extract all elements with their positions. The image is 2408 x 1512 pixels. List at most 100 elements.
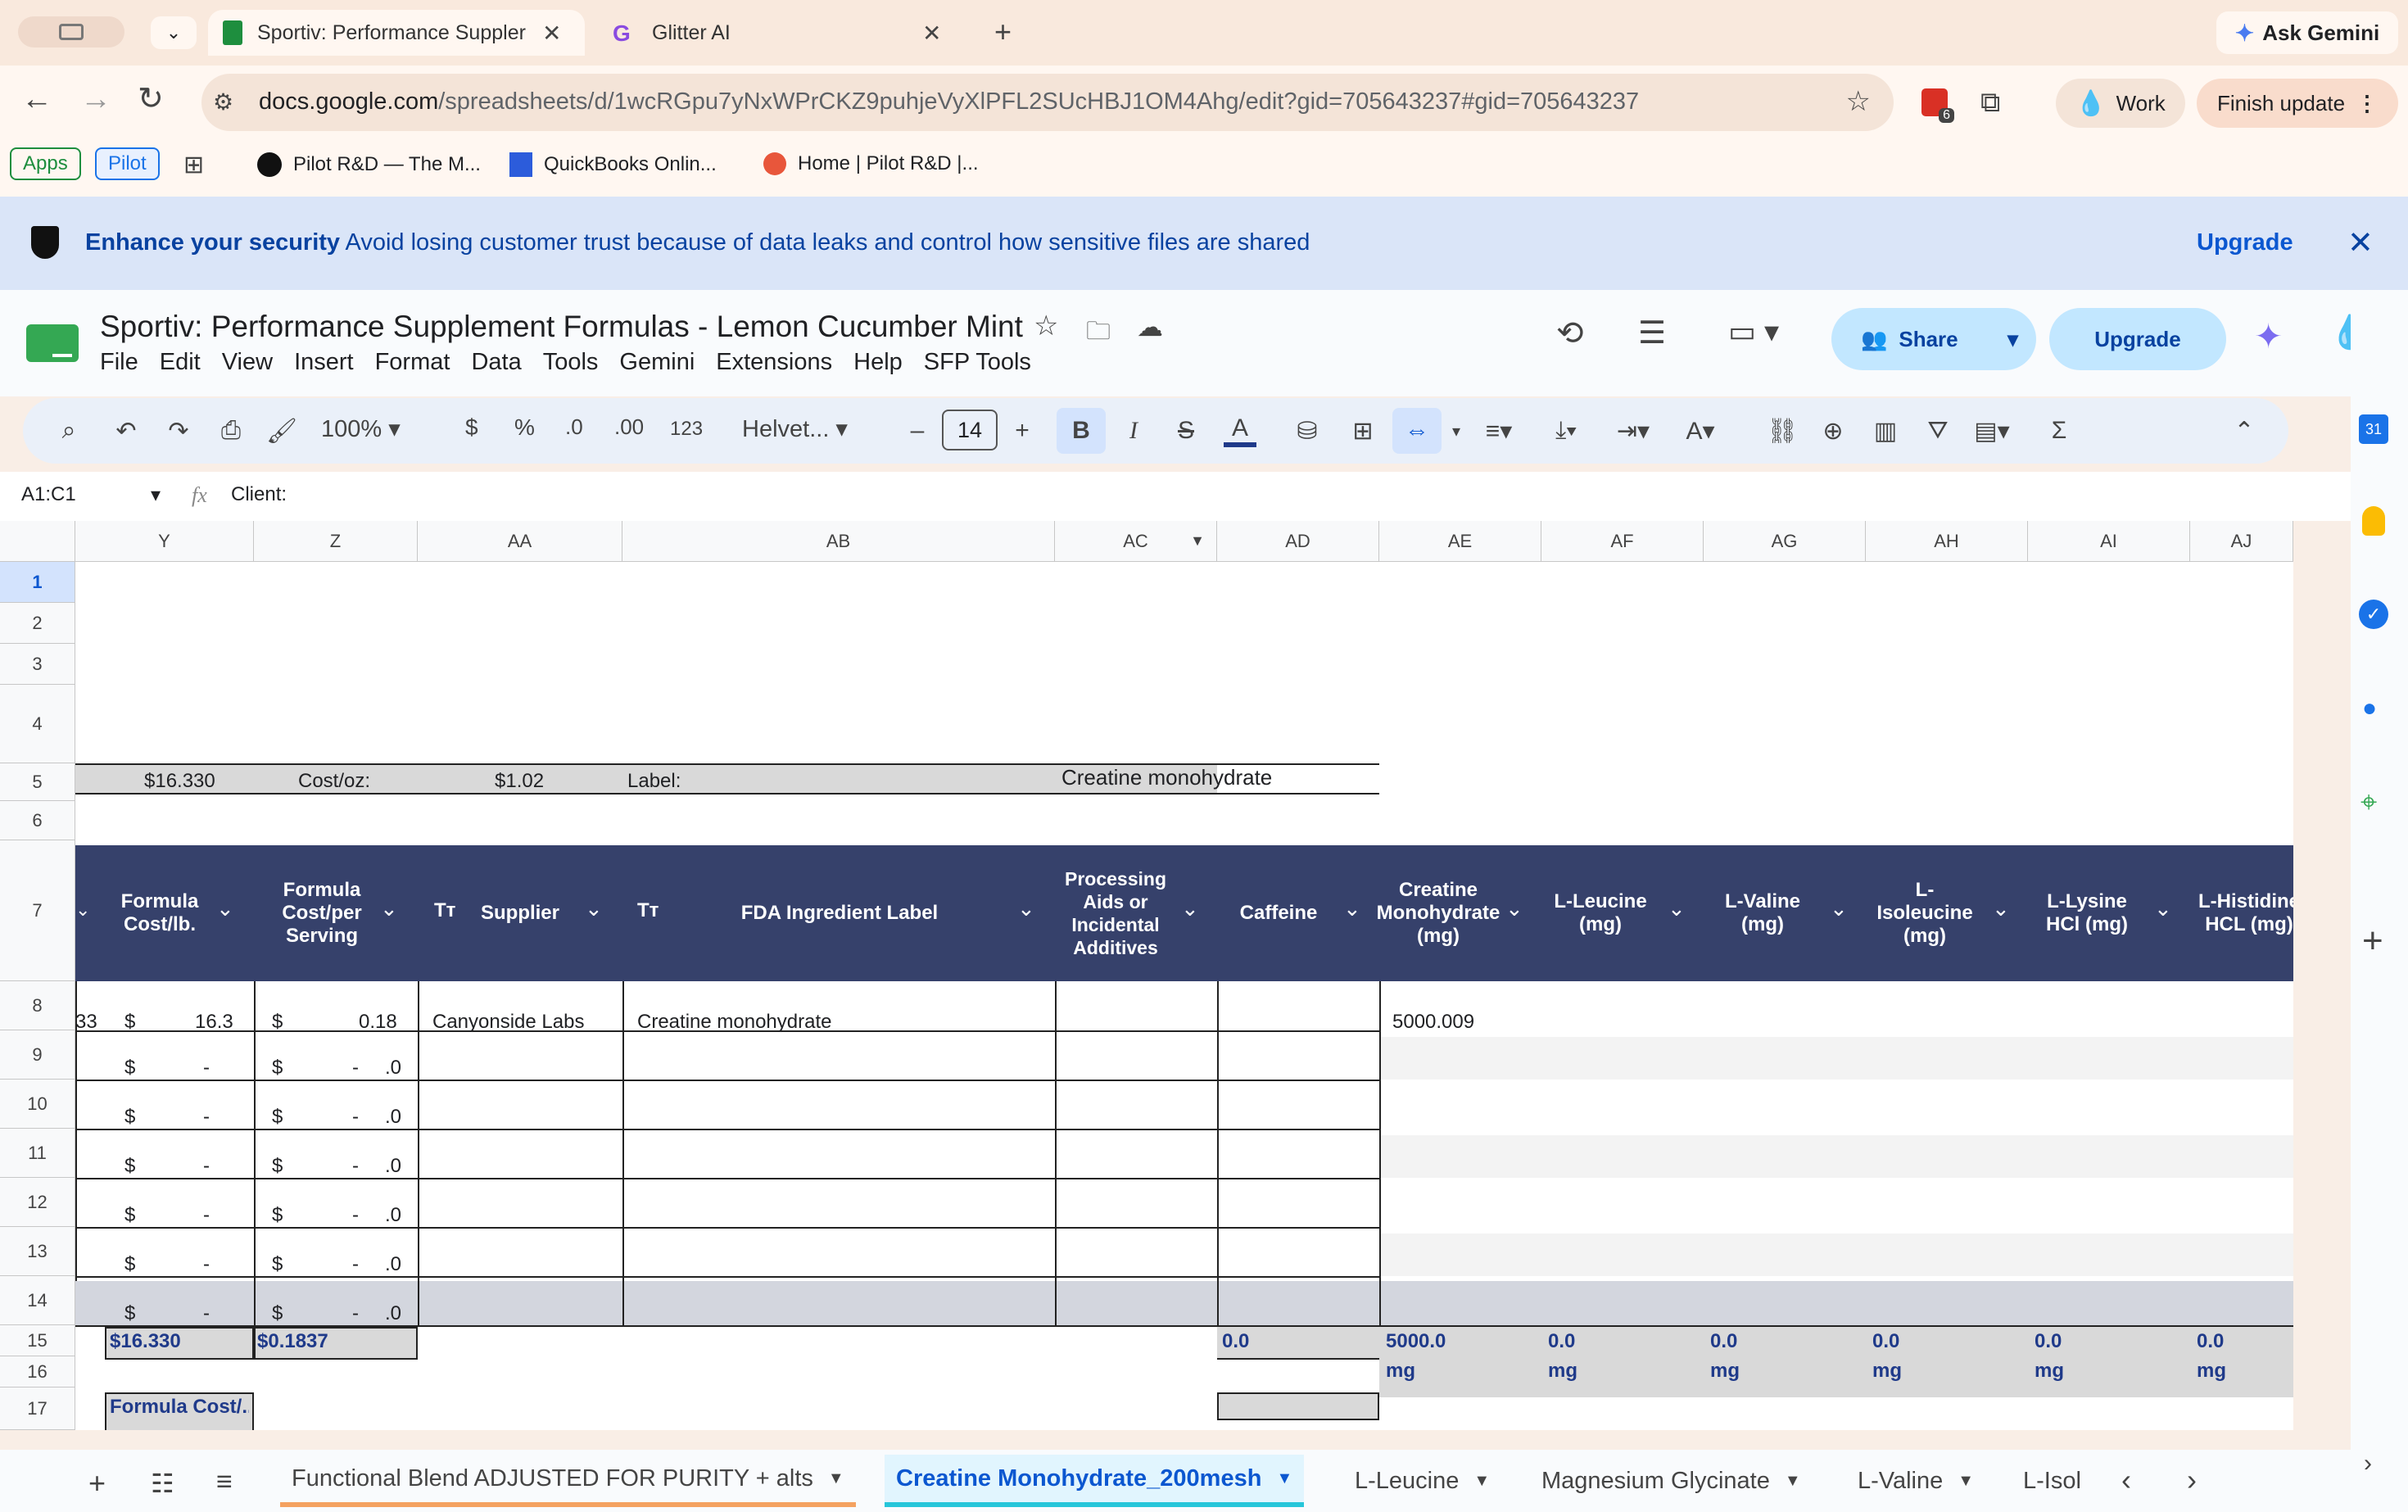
filter-icon[interactable]: ⛛ — [1921, 414, 1954, 447]
menu-help[interactable]: Help — [853, 349, 903, 376]
cell-ab8[interactable]: Creatine monohydrate — [637, 1011, 831, 1034]
tab-list-button[interactable]: ⌄ — [151, 16, 197, 49]
cloud-status-icon[interactable]: ☁ — [1137, 311, 1163, 342]
undo-icon[interactable]: ↶ — [110, 414, 143, 447]
row-header[interactable]: 2 — [0, 603, 75, 644]
row-header[interactable]: 3 — [0, 644, 75, 685]
chevron-down-icon[interactable]: ⌄ — [380, 896, 398, 921]
menu-data[interactable]: Data — [471, 349, 521, 376]
menu-file[interactable]: File — [100, 349, 138, 376]
cell-empty-z[interactable]: - — [352, 1155, 359, 1178]
header-l-leucine[interactable]: L-Leucine (mg) — [1550, 845, 1651, 981]
cell-empty-y-currency[interactable]: $ — [124, 1302, 135, 1325]
cell-empty-z[interactable]: - — [352, 1204, 359, 1227]
total-l-isoleucine[interactable]: 0.0 — [1872, 1330, 1899, 1353]
total-cost-serving[interactable]: $0.1837 — [257, 1330, 328, 1353]
font-size-input[interactable]: 14 — [942, 410, 998, 450]
bookmark-pilot-rnd[interactable]: Pilot R&D — The M... — [257, 152, 481, 177]
header-formula-cost-lb[interactable]: Formula Cost/lb. — [98, 845, 221, 981]
header-processing-aids[interactable]: Processing Aids or Incidental Additives — [1065, 845, 1166, 981]
menu-format[interactable]: Format — [375, 349, 450, 376]
cell-empty-y[interactable]: - — [203, 1057, 210, 1080]
new-tab-button[interactable]: + — [994, 15, 1012, 49]
column-header[interactable]: Y — [75, 521, 254, 562]
reload-icon[interactable]: ↻ — [138, 80, 164, 117]
cell-empty-z-decimal[interactable]: .0 — [385, 1302, 401, 1325]
row-header[interactable]: 9 — [0, 1030, 75, 1080]
increase-decimal-button[interactable]: .00 — [614, 414, 644, 440]
chevron-down-icon[interactable]: ⌄ — [1668, 896, 1686, 921]
cell-empty-z-currency[interactable]: $ — [272, 1155, 283, 1178]
cell-empty-z-currency[interactable]: $ — [272, 1204, 283, 1227]
select-all-corner[interactable] — [0, 521, 75, 562]
merge-cells-button[interactable]: ⇔ — [1392, 408, 1442, 454]
cell-y17[interactable]: Formula Cost/... — [110, 1396, 249, 1419]
cell-empty-y[interactable]: - — [203, 1155, 210, 1178]
column-header[interactable]: AE — [1379, 521, 1541, 562]
contacts-icon[interactable]: ● — [2362, 695, 2387, 724]
cell-empty-y[interactable]: - — [203, 1253, 210, 1276]
finish-update-button[interactable]: Finish update ⋮ — [2197, 79, 2398, 128]
chevron-down-icon[interactable]: ▾ — [2007, 327, 2018, 352]
share-button[interactable]: 👥 Share ▾ — [1831, 308, 2036, 370]
menu-extensions[interactable]: Extensions — [716, 349, 832, 376]
column-header[interactable]: AA — [418, 521, 622, 562]
cell-empty-z-decimal[interactable]: .0 — [385, 1253, 401, 1276]
chevron-down-icon[interactable]: ▾ — [1440, 414, 1473, 447]
menu-tools[interactable]: Tools — [543, 349, 599, 376]
cell-z8-currency[interactable]: $ — [272, 1011, 283, 1034]
star-icon[interactable]: ☆ — [1034, 310, 1058, 342]
zoom-select[interactable]: 100% ▾ — [321, 414, 401, 443]
borders-icon[interactable]: ⊞ — [1347, 414, 1379, 447]
insert-link-icon[interactable]: ⛓ — [1766, 414, 1799, 447]
profile-button[interactable]: 💧 Work — [2056, 79, 2185, 128]
chevron-down-icon[interactable]: ▼ — [1785, 1472, 1801, 1491]
sheet-tab-l-valine[interactable]: L-Valine ▼ — [1846, 1455, 1985, 1507]
cell-x8-partial[interactable]: 33 — [75, 1011, 97, 1034]
close-icon[interactable]: ✕ — [542, 20, 561, 47]
column-header[interactable]: AJ — [2190, 521, 2293, 562]
cell-empty-z[interactable]: - — [352, 1302, 359, 1325]
row-header[interactable]: 4 — [0, 685, 75, 763]
summary-label-value[interactable]: Creatine monohydrate — [1061, 765, 1272, 790]
cell-empty-z-decimal[interactable]: .0 — [385, 1204, 401, 1227]
header-caffeine[interactable]: Caffeine — [1225, 845, 1332, 981]
italic-button[interactable]: I — [1117, 414, 1150, 447]
address-bar[interactable]: ⚙ docs.google.com/spreadsheets/d/1wcRGpu… — [201, 74, 1894, 131]
total-creatine[interactable]: 5000.0 — [1386, 1330, 1446, 1353]
cell-empty-z-decimal[interactable]: .0 — [385, 1155, 401, 1178]
cell-empty-z-currency[interactable]: $ — [272, 1302, 283, 1325]
menu-gemini[interactable]: Gemini — [619, 349, 695, 376]
cell-empty-y[interactable]: - — [203, 1106, 210, 1129]
cell-empty-z-decimal[interactable]: .0 — [385, 1106, 401, 1129]
vertical-align-icon[interactable]: ⤓▾ — [1550, 414, 1582, 447]
chevron-down-icon[interactable]: ▼ — [1958, 1472, 1974, 1491]
sheets-logo-icon[interactable] — [26, 324, 79, 362]
row-header[interactable]: 5 — [0, 763, 75, 801]
name-box[interactable]: A1:C1 ▾ — [21, 483, 161, 506]
sheet-tab-magnesium[interactable]: Magnesium Glycinate ▼ — [1530, 1455, 1813, 1507]
history-icon[interactable]: ⟲ — [1556, 315, 1584, 352]
all-sheets-icon[interactable]: ☷ — [151, 1468, 174, 1499]
chevron-down-icon[interactable]: ⌄ — [75, 899, 90, 921]
chevron-down-icon[interactable]: ⌄ — [1505, 896, 1523, 921]
sheet-tab-creatine[interactable]: Creatine Monohydrate_200mesh ▼ — [885, 1455, 1305, 1507]
row-header[interactable]: 16 — [0, 1356, 75, 1388]
scroll-tabs-left-icon[interactable]: ‹ — [2121, 1463, 2131, 1497]
close-icon[interactable]: ✕ — [922, 20, 941, 47]
summary-cost-oz-label[interactable]: Cost/oz: — [298, 770, 370, 793]
plus-icon[interactable]: + — [1006, 414, 1039, 447]
row-header[interactable]: 14 — [0, 1276, 75, 1325]
header-l-lysine[interactable]: L-Lysine HCl (mg) — [2036, 845, 2138, 981]
align-left-icon[interactable]: ≡▾ — [1482, 414, 1515, 447]
total-l-valine[interactable]: 0.0 — [1710, 1330, 1737, 1353]
menu-sfp-tools[interactable]: SFP Tools — [924, 349, 1031, 376]
cell-empty-z[interactable]: - — [352, 1057, 359, 1080]
column-header[interactable]: AC ▼ — [1055, 521, 1217, 562]
chevron-down-icon[interactable]: ▼ — [1276, 1469, 1292, 1488]
bookmark-pilot[interactable]: Pilot — [95, 147, 160, 180]
decrease-decimal-button[interactable]: .0 — [565, 414, 583, 440]
column-header[interactable]: AH — [1866, 521, 2028, 562]
format-currency-button[interactable]: $ — [465, 414, 478, 441]
cell-empty-z-currency[interactable]: $ — [272, 1057, 283, 1080]
